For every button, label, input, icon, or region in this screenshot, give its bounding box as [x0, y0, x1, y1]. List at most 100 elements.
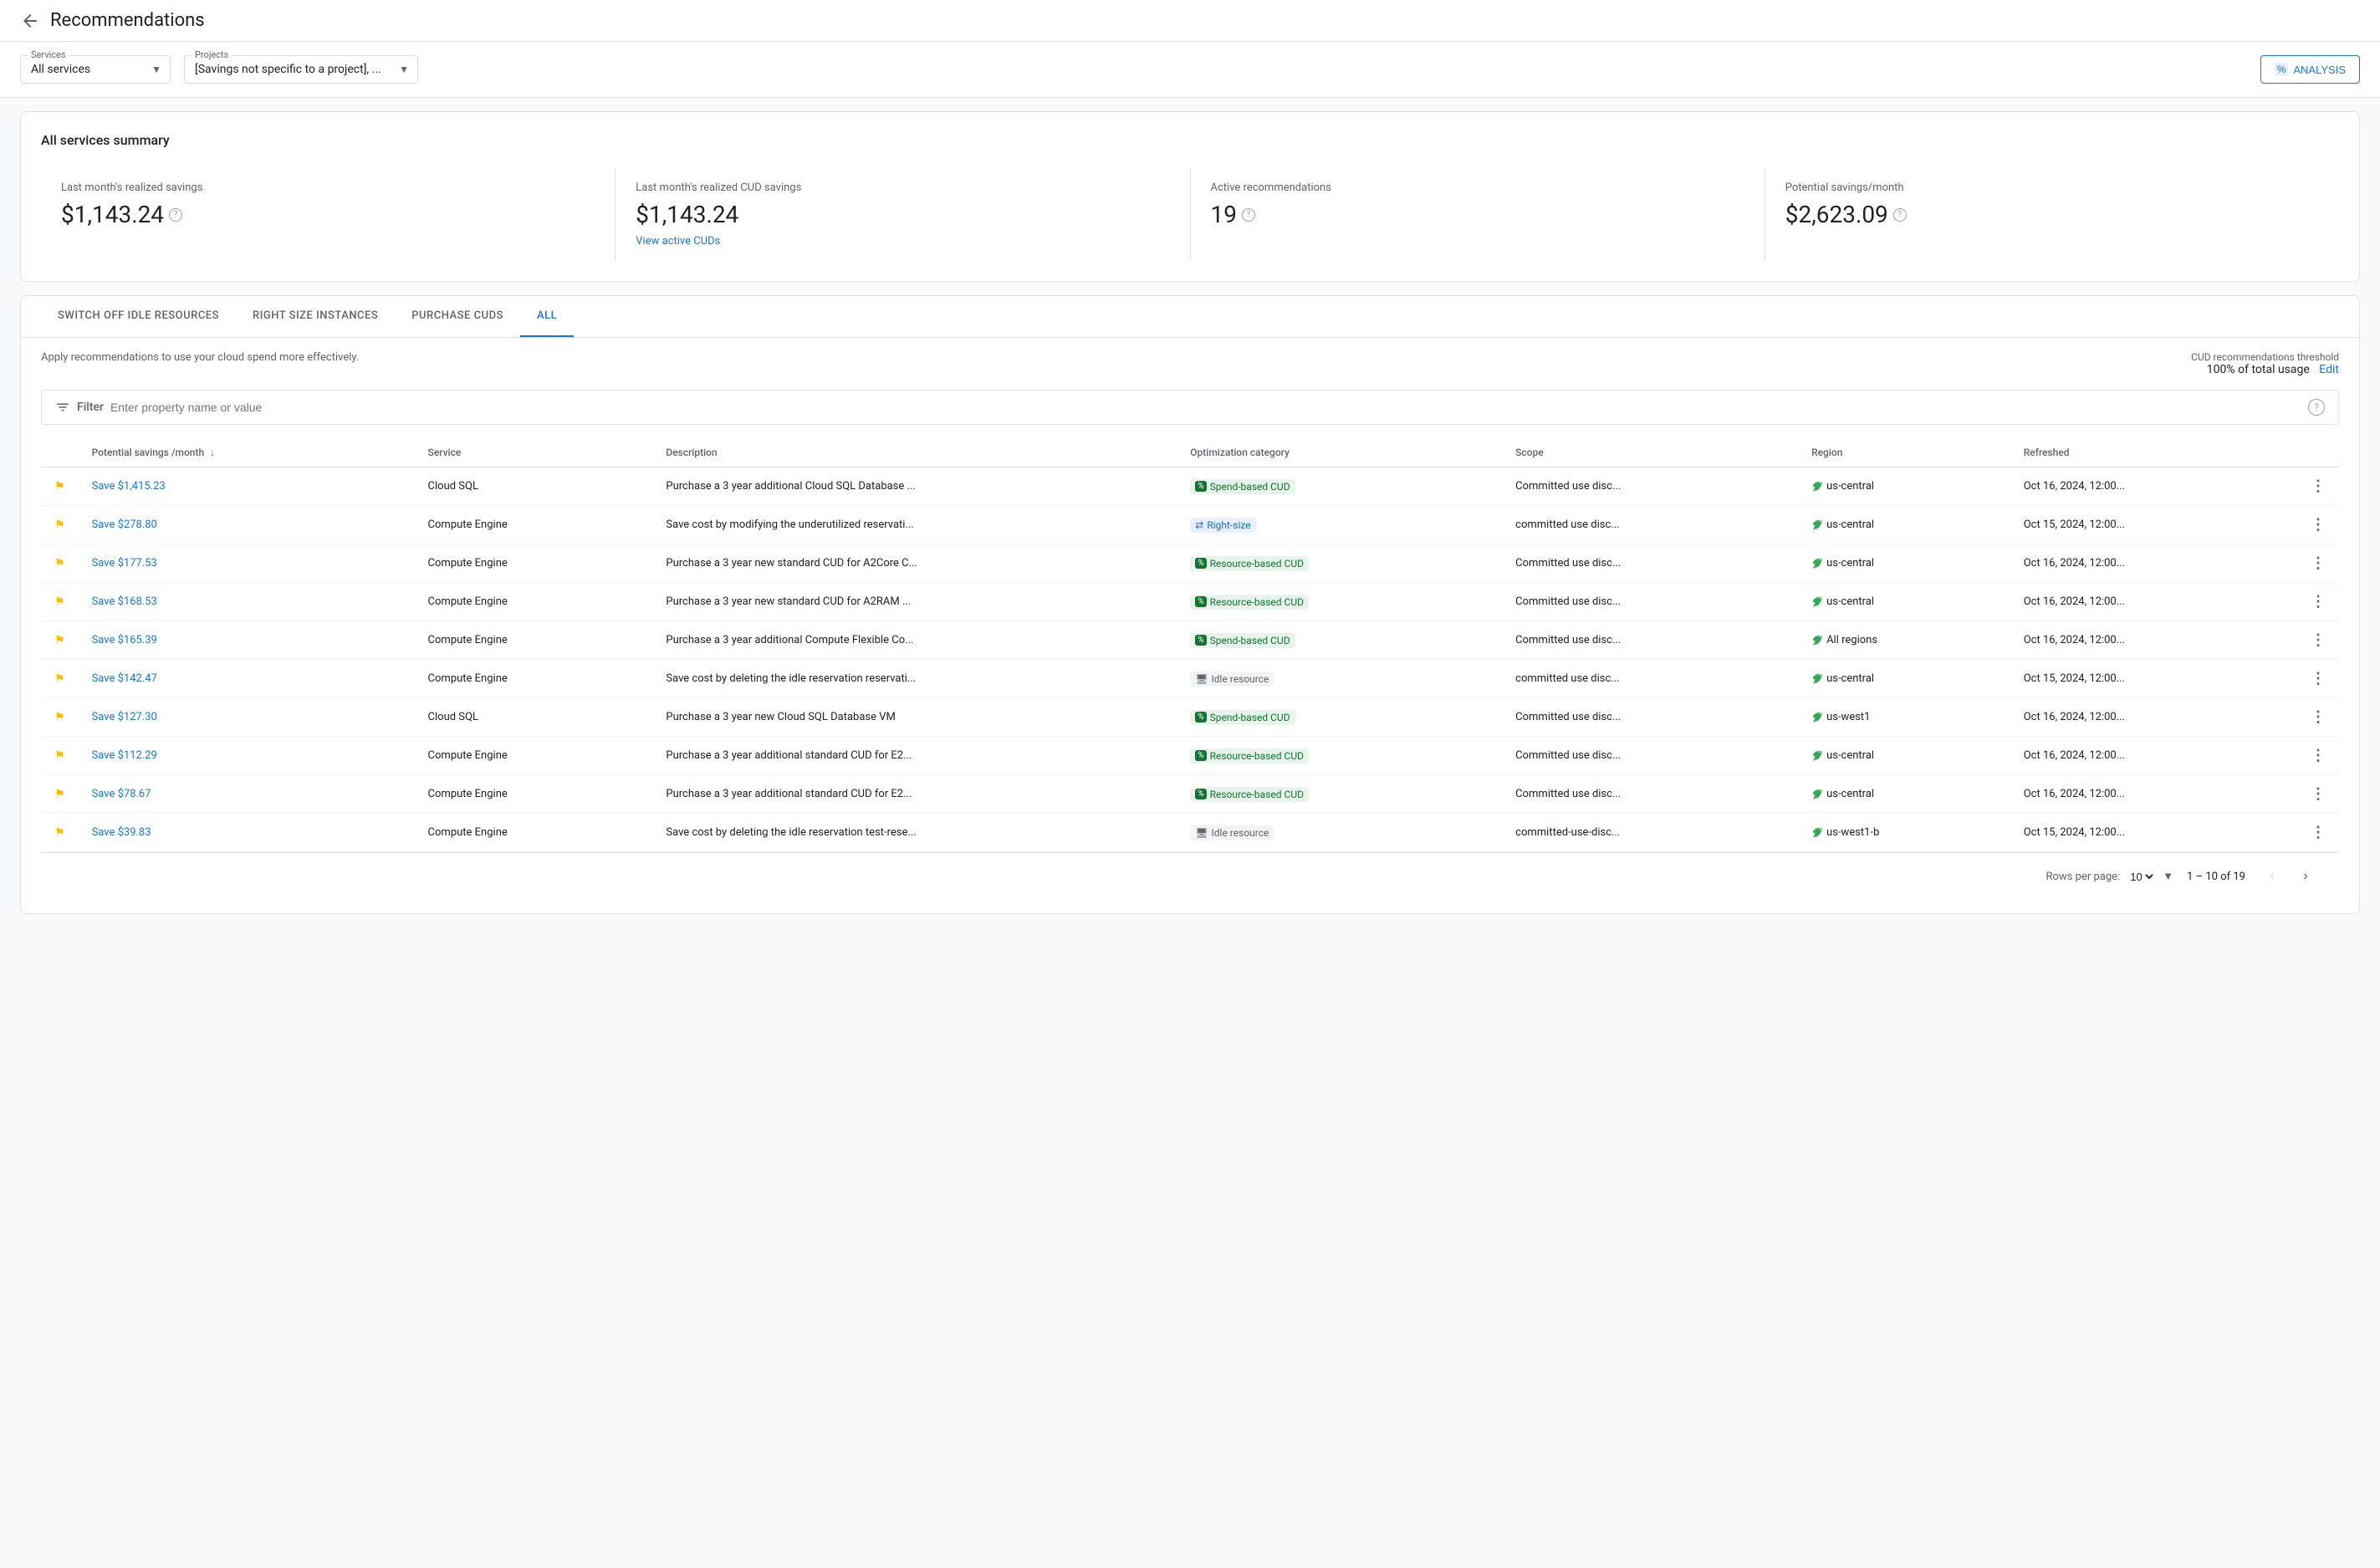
savings-link[interactable]: Save $78.67: [92, 788, 151, 800]
active-recs-info-icon[interactable]: ?: [1242, 208, 1255, 222]
col-optimization: Optimization category: [1177, 438, 1502, 467]
optimization-cell: 🖥 Idle resource: [1177, 814, 1502, 852]
more-cell: ⋮: [2297, 660, 2339, 698]
region-value: All regions: [1811, 634, 1997, 646]
projects-value: [Savings not specific to a project], ...: [195, 63, 381, 76]
optimization-badge: 🖥 Idle resource: [1190, 825, 1274, 840]
services-select[interactable]: Services All services ▼: [20, 55, 171, 84]
savings-link[interactable]: Save $1,415.23: [92, 480, 166, 493]
scope-cell: committed use disc...: [1502, 660, 1798, 698]
prev-page-button[interactable]: ‹: [2259, 863, 2286, 890]
region-value: us-west1: [1811, 711, 1997, 723]
optimization-badge: % Resource-based CUD: [1190, 595, 1309, 610]
summary-title: All services summary: [41, 132, 2339, 148]
table-row: ⚑ Save $112.29 Compute Engine Purchase a…: [41, 737, 2339, 775]
projects-select[interactable]: Projects [Savings not specific to a proj…: [184, 55, 418, 84]
savings-cell: Save $78.67: [79, 775, 415, 814]
more-cell: ⋮: [2297, 467, 2339, 506]
summary-card-realized-savings: Last month's realized savings $1,143.24 …: [41, 168, 615, 261]
realized-savings-info-icon[interactable]: ?: [169, 208, 182, 222]
cud-edit-link[interactable]: Edit: [2319, 363, 2339, 376]
more-cell: ⋮: [2297, 698, 2339, 737]
savings-link[interactable]: Save $39.83: [92, 826, 151, 839]
more-options-button[interactable]: ⋮: [2311, 747, 2326, 764]
savings-cell: Save $177.53: [79, 544, 415, 583]
flag-icon: ⚑: [54, 711, 65, 724]
more-options-button[interactable]: ⋮: [2311, 785, 2326, 803]
savings-cell: Save $165.39: [79, 621, 415, 660]
region-cell: us-central: [1798, 467, 2010, 506]
scope-cell: Committed use disc...: [1502, 621, 1798, 660]
leaf-icon: [1811, 789, 1823, 800]
leaf-icon: [1811, 827, 1823, 839]
summary-section: All services summary Last month's realiz…: [20, 111, 2360, 282]
savings-link[interactable]: Save $127.30: [92, 711, 157, 723]
leaf-icon: [1811, 750, 1823, 762]
region-value: us-central: [1811, 788, 1997, 800]
tab-switch-off[interactable]: SWITCH OFF IDLE RESOURCES: [41, 296, 236, 337]
flag-cell: ⚑: [41, 698, 79, 737]
refreshed-cell: Oct 15, 2024, 12:00...: [2010, 506, 2297, 544]
more-options-button[interactable]: ⋮: [2311, 631, 2326, 649]
region-cell: us-central: [1798, 544, 2010, 583]
scope-cell: Committed use disc...: [1502, 737, 1798, 775]
savings-link[interactable]: Save $112.29: [92, 749, 157, 762]
more-options-button[interactable]: ⋮: [2311, 670, 2326, 687]
refreshed-cell: Oct 16, 2024, 12:00...: [2010, 544, 2297, 583]
more-cell: ⋮: [2297, 544, 2339, 583]
analysis-button[interactable]: % ANALYSIS: [2260, 55, 2360, 84]
next-page-button[interactable]: ›: [2292, 863, 2319, 890]
leaf-icon: [1811, 481, 1823, 493]
savings-link[interactable]: Save $168.53: [92, 595, 157, 608]
tab-all[interactable]: ALL: [520, 296, 574, 337]
region-cell: us-central: [1798, 775, 2010, 814]
region-cell: All regions: [1798, 621, 2010, 660]
summary-card-cud-savings: Last month's realized CUD savings $1,143…: [615, 168, 1190, 261]
tabs-section: SWITCH OFF IDLE RESOURCES RIGHT SIZE INS…: [20, 295, 2360, 914]
apply-text: Apply recommendations to use your cloud …: [41, 351, 359, 364]
scope-cell: Committed use disc...: [1502, 698, 1798, 737]
flag-cell: ⚑: [41, 544, 79, 583]
savings-link[interactable]: Save $177.53: [92, 557, 157, 569]
analysis-percent-icon: %: [2275, 63, 2289, 76]
back-button[interactable]: [20, 11, 40, 31]
savings-cell: Save $142.47: [79, 660, 415, 698]
scope-cell: Committed use disc...: [1502, 775, 1798, 814]
more-options-button[interactable]: ⋮: [2311, 516, 2326, 534]
description-cell: Purchase a 3 year additional standard CU…: [652, 737, 1177, 775]
savings-link[interactable]: Save $278.80: [92, 518, 157, 531]
more-options-button[interactable]: ⋮: [2311, 708, 2326, 726]
leaf-icon: [1811, 558, 1823, 569]
service-cell: Compute Engine: [415, 621, 653, 660]
optimization-cell: % Resource-based CUD: [1177, 775, 1502, 814]
region-value: us-central: [1811, 557, 1997, 569]
active-recs-label: Active recommendations: [1211, 181, 1744, 194]
more-cell: ⋮: [2297, 737, 2339, 775]
service-cell: Compute Engine: [415, 660, 653, 698]
more-options-button[interactable]: ⋮: [2311, 478, 2326, 495]
flag-icon: ⚑: [54, 672, 65, 686]
more-options-button[interactable]: ⋮: [2311, 554, 2326, 572]
help-icon[interactable]: ?: [2308, 399, 2325, 416]
region-value: us-central: [1811, 749, 1997, 762]
tab-purchase-cuds[interactable]: PURCHASE CUDS: [395, 296, 520, 337]
table-row: ⚑ Save $1,415.23 Cloud SQL Purchase a 3 …: [41, 467, 2339, 506]
col-region: Region: [1798, 438, 2010, 467]
potential-savings-info-icon[interactable]: ?: [1893, 208, 1907, 222]
tab-right-size[interactable]: RIGHT SIZE INSTANCES: [236, 296, 395, 337]
projects-chevron-icon: ▼: [399, 64, 409, 75]
savings-link[interactable]: Save $142.47: [92, 672, 157, 685]
optimization-cell: % Resource-based CUD: [1177, 737, 1502, 775]
col-service: Service: [415, 438, 653, 467]
service-cell: Compute Engine: [415, 775, 653, 814]
tabs-bar: SWITCH OFF IDLE RESOURCES RIGHT SIZE INS…: [21, 296, 2359, 338]
view-active-cuds-link[interactable]: View active CUDs: [636, 235, 1169, 248]
more-options-button[interactable]: ⋮: [2311, 593, 2326, 610]
optimization-badge: 🖥 Idle resource: [1190, 672, 1274, 687]
savings-link[interactable]: Save $165.39: [92, 634, 157, 646]
filter-input[interactable]: [110, 401, 2301, 414]
rows-per-page-select[interactable]: 10 25 50: [2127, 870, 2156, 884]
col-savings[interactable]: Potential savings /month ↓: [79, 438, 415, 467]
more-options-button[interactable]: ⋮: [2311, 824, 2326, 841]
description-cell: Purchase a 3 year additional Cloud SQL D…: [652, 467, 1177, 506]
